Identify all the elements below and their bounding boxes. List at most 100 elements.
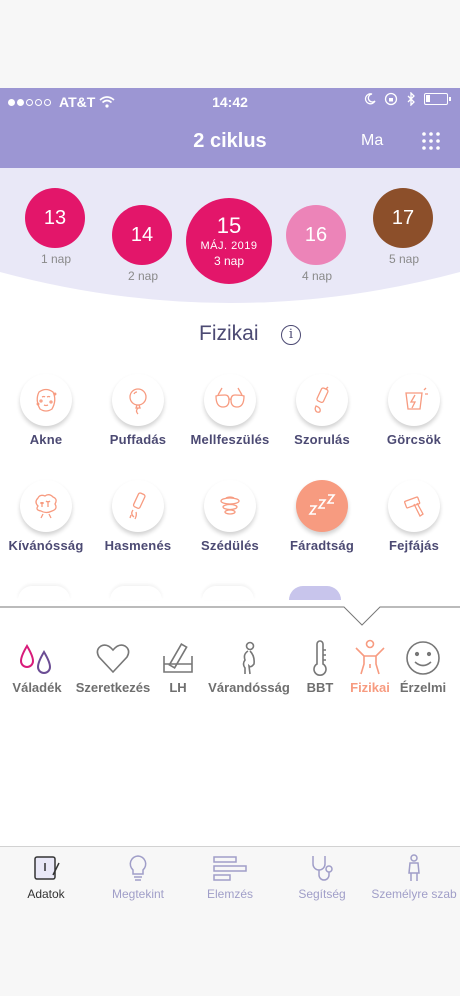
category-emotional[interactable]: Érzelmi [396, 636, 450, 695]
more-symptoms-row [0, 580, 460, 600]
symptom-diarrhea[interactable]: Hasmenés [92, 480, 184, 554]
tab-overview[interactable]: Megtekint [92, 853, 184, 901]
header: AT&T 14:42 2 ciklus Ma [0, 88, 460, 168]
day-number: 14 [130, 223, 154, 246]
page-title: 2 ciklus [193, 130, 267, 152]
day-item[interactable]: 14 2 nap [112, 205, 174, 283]
symptom-label: Kívánósság [8, 538, 84, 553]
battery-icon [424, 93, 451, 105]
day-number: 17 [391, 206, 415, 229]
tab-label: Segítség [298, 887, 346, 901]
thermometer-icon [298, 636, 342, 680]
app-screen: AT&T 14:42 2 ciklus Ma 13 1 nap 14 2 nap… [0, 88, 460, 908]
breast-tenderness-icon [204, 374, 256, 426]
symptom-label: Fejfájás [388, 538, 439, 553]
day-number: 15 [216, 212, 242, 238]
diarrhea-icon [112, 480, 164, 532]
lh-test-icon [156, 636, 200, 680]
pregnancy-icon [202, 636, 296, 680]
bloating-icon [112, 374, 164, 426]
cravings-icon [20, 480, 72, 532]
symptom-label: Hasmenés [104, 538, 172, 553]
day-strip: 13 1 nap 14 2 nap 15 MÁJ. 2019 3 nap 16 … [0, 168, 460, 303]
discharge-icon [6, 636, 68, 680]
symptom-cramps[interactable]: Görcsök [368, 374, 460, 448]
top-margin [0, 0, 460, 88]
tab-customize[interactable]: Személyre szab [368, 853, 460, 901]
day-number: 13 [43, 206, 67, 229]
symptom-constipation[interactable]: Szorulás [276, 374, 368, 448]
smiley-icon [396, 636, 450, 680]
category-label: Szeretkezés [75, 680, 151, 695]
tab-label: Személyre szab [371, 887, 457, 901]
tab-label: Adatok [27, 887, 65, 901]
heart-icon [70, 636, 156, 680]
category-physical[interactable]: Fizikai [344, 636, 396, 695]
symptom-breast-tenderness[interactable]: Mellfeszülés [184, 374, 276, 448]
tab-analysis[interactable]: Elemzés [184, 853, 276, 901]
category-label: Érzelmi [399, 680, 447, 695]
symptom-acne[interactable]: Akne [0, 374, 92, 448]
fatigue-icon [296, 480, 348, 532]
lightbulb-icon [92, 853, 184, 883]
symptom-fatigue[interactable]: Fáradtság [276, 480, 368, 554]
day-number: 16 [304, 223, 328, 246]
day-label: 3 nap [213, 253, 245, 268]
category-discharge[interactable]: Váladék [6, 636, 68, 695]
physical-icon [344, 636, 396, 680]
status-bar: AT&T 14:42 [0, 88, 460, 116]
symptom-dizziness[interactable]: Szédülés [184, 480, 276, 554]
today-button[interactable]: Ma [361, 132, 383, 150]
tab-data[interactable]: Adatok [0, 853, 92, 901]
constipation-icon [296, 374, 348, 426]
category-bbt[interactable]: BBT [298, 636, 342, 695]
category-lovemaking[interactable]: Szeretkezés [70, 636, 156, 695]
moon-icon [364, 93, 376, 105]
day-item-selected[interactable]: 15 MÁJ. 2019 3 nap [186, 198, 274, 284]
symptom-label: Mellfeszülés [190, 432, 270, 447]
day-item[interactable]: 16 4 nap [286, 205, 348, 283]
day-item[interactable]: 13 1 nap [25, 188, 87, 266]
symptom-label: Puffadás [109, 432, 167, 447]
category-pregnancy[interactable]: Várandósság [202, 636, 296, 695]
category-label: Várandósság [208, 680, 290, 695]
symptom-label: Görcsök [386, 432, 442, 447]
symptom-label: Fáradtság [290, 538, 354, 553]
category-label: Váladék [12, 680, 62, 695]
acne-icon [20, 374, 72, 426]
category-bar: Váladék Szeretkezés LH Várandósság BBT F… [0, 606, 460, 726]
symptom-bloating[interactable]: Puffadás [92, 374, 184, 448]
day-item[interactable]: 17 5 nap [373, 188, 435, 266]
grid-menu-icon[interactable] [421, 131, 441, 151]
day-label: 5 nap [388, 252, 420, 266]
category-pointer [0, 606, 460, 626]
headache-icon [388, 480, 440, 532]
category-lh[interactable]: LH [156, 636, 200, 695]
bluetooth-icon [407, 92, 415, 106]
day-label: 4 nap [301, 269, 333, 283]
tab-help[interactable]: Segítség [276, 853, 368, 901]
tab-label: Megtekint [111, 887, 165, 901]
info-icon[interactable]: i [281, 325, 301, 345]
cramps-icon [388, 374, 440, 426]
person-icon [368, 853, 460, 883]
symptom-headache[interactable]: Fejfájás [368, 480, 460, 554]
category-label: BBT [306, 680, 334, 695]
symptom-label: Szorulás [294, 432, 350, 447]
category-label: LH [169, 680, 187, 695]
dizziness-icon [204, 480, 256, 532]
tab-bar: Adatok Megtekint Elemzés Segítség Személ… [0, 846, 460, 908]
bars-icon [184, 853, 276, 883]
day-label: 2 nap [127, 269, 159, 283]
symptom-cravings[interactable]: Kívánósság [0, 480, 92, 554]
symptom-label: Akne [29, 432, 63, 447]
calendar-edit-icon [0, 853, 92, 883]
rotation-lock-icon [384, 92, 398, 106]
category-label: Fizikai [350, 680, 390, 695]
symptom-label: Szédülés [201, 538, 259, 553]
day-label: 1 nap [40, 252, 72, 266]
tab-label: Elemzés [206, 887, 253, 901]
bottom-margin [0, 908, 460, 996]
stethoscope-icon [276, 853, 368, 883]
month-label: MÁJ. 2019 [200, 239, 258, 252]
